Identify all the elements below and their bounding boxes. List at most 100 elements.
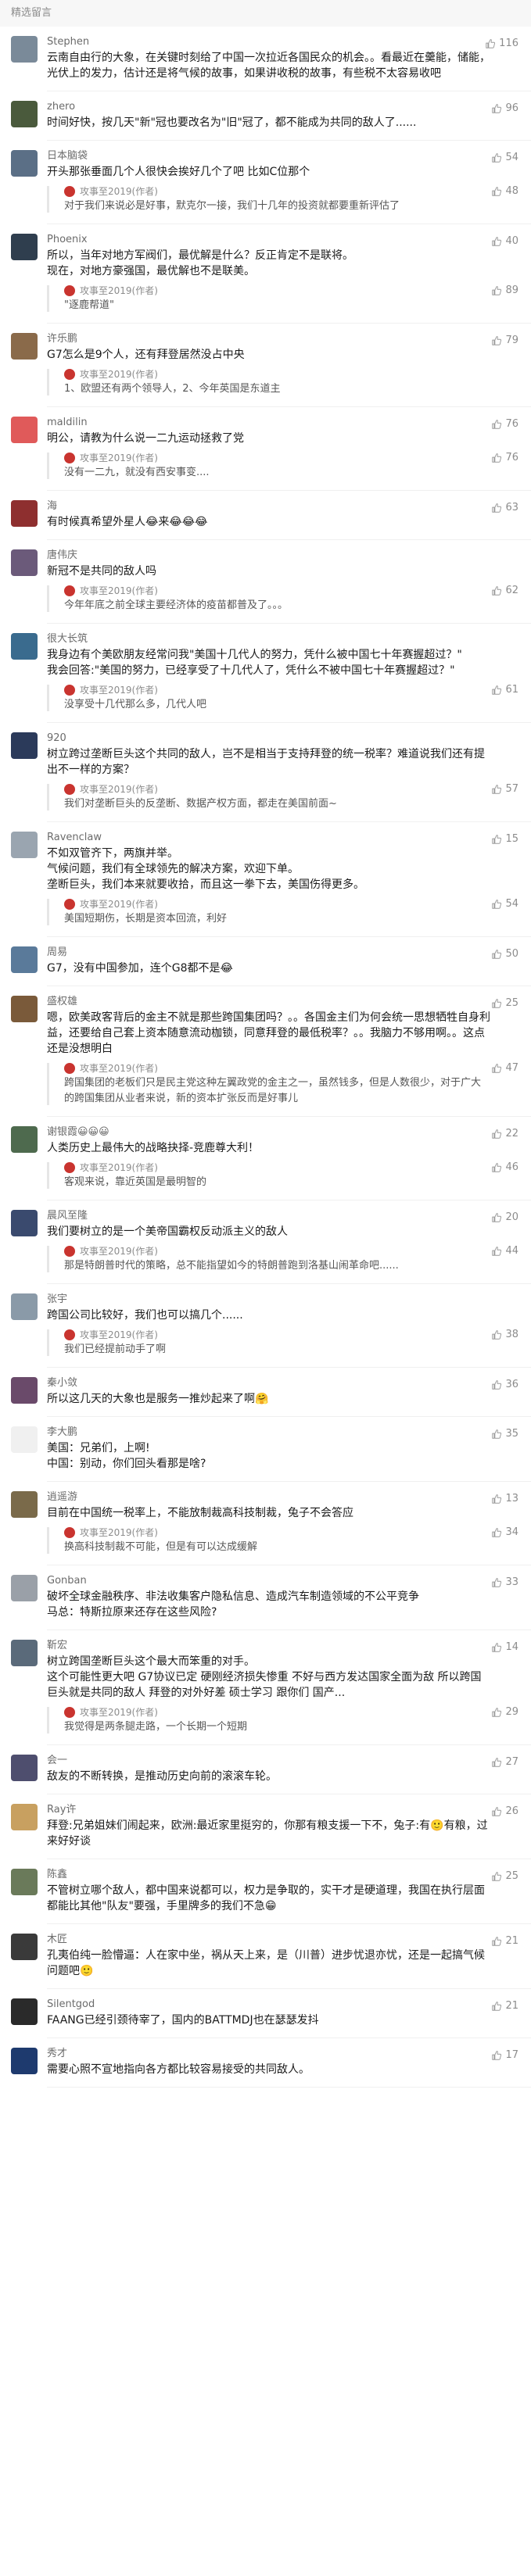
reply-text: 客观来说，靠近英国是最明智的 [64,1176,207,1188]
like-button[interactable]: 54 [491,150,518,166]
avatar[interactable] [11,1210,38,1236]
like-button[interactable]: 17 [491,2048,518,2063]
thumb-up-icon [491,998,502,1009]
avatar[interactable] [11,1755,38,1781]
like-button[interactable]: 22 [491,1126,518,1142]
avatar[interactable] [11,150,38,177]
thumb-up-icon [491,1379,502,1390]
like-button[interactable]: 40 [491,234,518,249]
reply-like-button[interactable]: 48 [491,184,518,199]
avatar[interactable] [11,1126,38,1153]
reply-like-button[interactable]: 61 [491,683,518,697]
reply-like-button[interactable]: 89 [491,284,518,298]
like-button[interactable]: 76 [491,417,518,432]
avatar[interactable] [11,549,38,576]
comment-text: 需要心照不宣地指向各方都比较容易接受的共同敌人。 [47,2063,310,2076]
like-button[interactable]: 25 [491,996,518,1011]
commenter-name: 逍遥游 [47,1491,78,1503]
avatar[interactable] [11,1575,38,1601]
reply-like-button[interactable]: 76 [491,451,518,465]
comment-item: 许乐鹏 79 G7怎么是9个人，还有拜登居然没占中央 攻事至2019(作者) 1、欧盟还… [0,324,531,406]
like-button[interactable]: 116 [485,36,518,52]
reply-author: 攻事至2019(作者) [64,367,490,381]
like-button[interactable]: 25 [491,1869,518,1884]
author-reply: 攻事至2019(作者) 89 "逐鹿帮道" [47,284,518,313]
commenter-name: 秦小敛 [47,1377,78,1389]
comment-text: 新冠不是共同的敌人吗 [47,565,156,578]
avatar[interactable] [11,1804,38,1830]
avatar[interactable] [11,1869,38,1895]
reply-like-button[interactable]: 46 [491,1161,518,1175]
avatar[interactable] [11,946,38,973]
avatar[interactable] [11,633,38,660]
reply-author: 攻事至2019(作者) [64,1244,490,1258]
like-count: 36 [505,1379,518,1390]
like-button[interactable]: 21 [491,1934,518,1949]
comment-text: 目前在中国统一税率上，不能放制裁高科技制裁，兔子不会答应 [47,1507,353,1519]
comments-page: 精选留言 Stephen 116 云南自由行的大象，在关键时刻给了中国一次拉近各国民… [0,0,531,2576]
comment-item: 唐伟庆 新冠不是共同的敌人吗 攻事至2019(作者) 62 今年年底之前全球主要经济体的… [0,540,531,623]
like-button[interactable]: 13 [491,1491,518,1507]
commenter-name: Ray许 [47,1804,77,1816]
like-button[interactable]: 14 [491,1640,518,1655]
like-button[interactable]: 15 [491,832,518,847]
like-button[interactable]: 63 [491,500,518,516]
thumb-up-icon [491,186,502,197]
reply-like-button[interactable]: 47 [491,1061,518,1075]
avatar[interactable] [11,234,38,260]
reply-like-button[interactable]: 57 [491,782,518,796]
reply-author: 攻事至2019(作者) [64,1161,490,1175]
avatar[interactable] [11,1377,38,1404]
comment-text: 所以这几天的大象也是服务一推炒起来了啊🤗 [47,1393,269,1405]
comment-text: 破坏全球金融秩序、非法收集客户隐私信息、造成汽车制造领域的不公平竞争 马总：特斯… [47,1590,419,1619]
like-button[interactable]: 96 [491,101,518,116]
reply-like-button[interactable]: 54 [491,897,518,911]
avatar[interactable] [11,36,38,63]
like-button[interactable]: 79 [491,333,518,349]
divider [47,2087,531,2088]
avatar[interactable] [11,1934,38,1960]
reply-like-button[interactable]: 44 [491,1244,518,1258]
like-button[interactable]: 27 [491,1755,518,1770]
avatar[interactable] [11,333,38,360]
like-button[interactable]: 26 [491,1804,518,1819]
reply-text: 没享受十几代那么多，几代人吧 [64,699,207,710]
avatar[interactable] [11,1640,38,1666]
thumb-up-icon [491,285,502,296]
thumb-up-icon [491,585,502,596]
avatar[interactable] [11,832,38,858]
like-button[interactable]: 21 [491,1998,518,2014]
like-count: 63 [505,502,518,513]
reply-like-button[interactable]: 38 [491,1328,518,1342]
reply-like-button[interactable]: 62 [491,584,518,598]
thumb-up-icon [491,1162,502,1173]
comment-item: zhero 96 时间好快，按几天"新"冠也要改名为"旧"冠了，都不能成为共同的敌人… [0,91,531,140]
avatar[interactable] [11,1426,38,1453]
like-count: 20 [505,1211,518,1223]
author-name: 攻事至2019(作者) [80,1707,158,1718]
avatar[interactable] [11,417,38,443]
reply-indicator-bar [47,1527,49,1554]
like-button[interactable]: 36 [491,1377,518,1393]
like-button[interactable]: 33 [491,1575,518,1590]
avatar[interactable] [11,1293,38,1320]
reply-like-button[interactable]: 29 [491,1705,518,1719]
reply-like-button[interactable]: 34 [491,1526,518,1540]
author-avatar-icon [64,1063,75,1074]
avatar[interactable] [11,2048,38,2074]
avatar[interactable] [11,101,38,127]
thumb-up-icon [491,152,502,163]
like-button[interactable]: 20 [491,1210,518,1225]
avatar[interactable] [11,996,38,1022]
like-button[interactable]: 35 [491,1426,518,1442]
comment-item: 海 63 有时候真希望外星人😂来😂😂😂 [0,491,531,539]
avatar[interactable] [11,732,38,759]
section-title: 精选留言 [0,0,531,27]
like-button[interactable]: 50 [491,946,518,962]
avatar[interactable] [11,1998,38,2025]
avatar[interactable] [11,1491,38,1518]
avatar[interactable] [11,500,38,527]
like-count: 79 [505,335,518,346]
comment-list: Stephen 116 云南自由行的大象，在关键时刻给了中国一次拉近各国民众的机会。… [0,27,531,2088]
like-count: 21 [505,2000,518,2012]
